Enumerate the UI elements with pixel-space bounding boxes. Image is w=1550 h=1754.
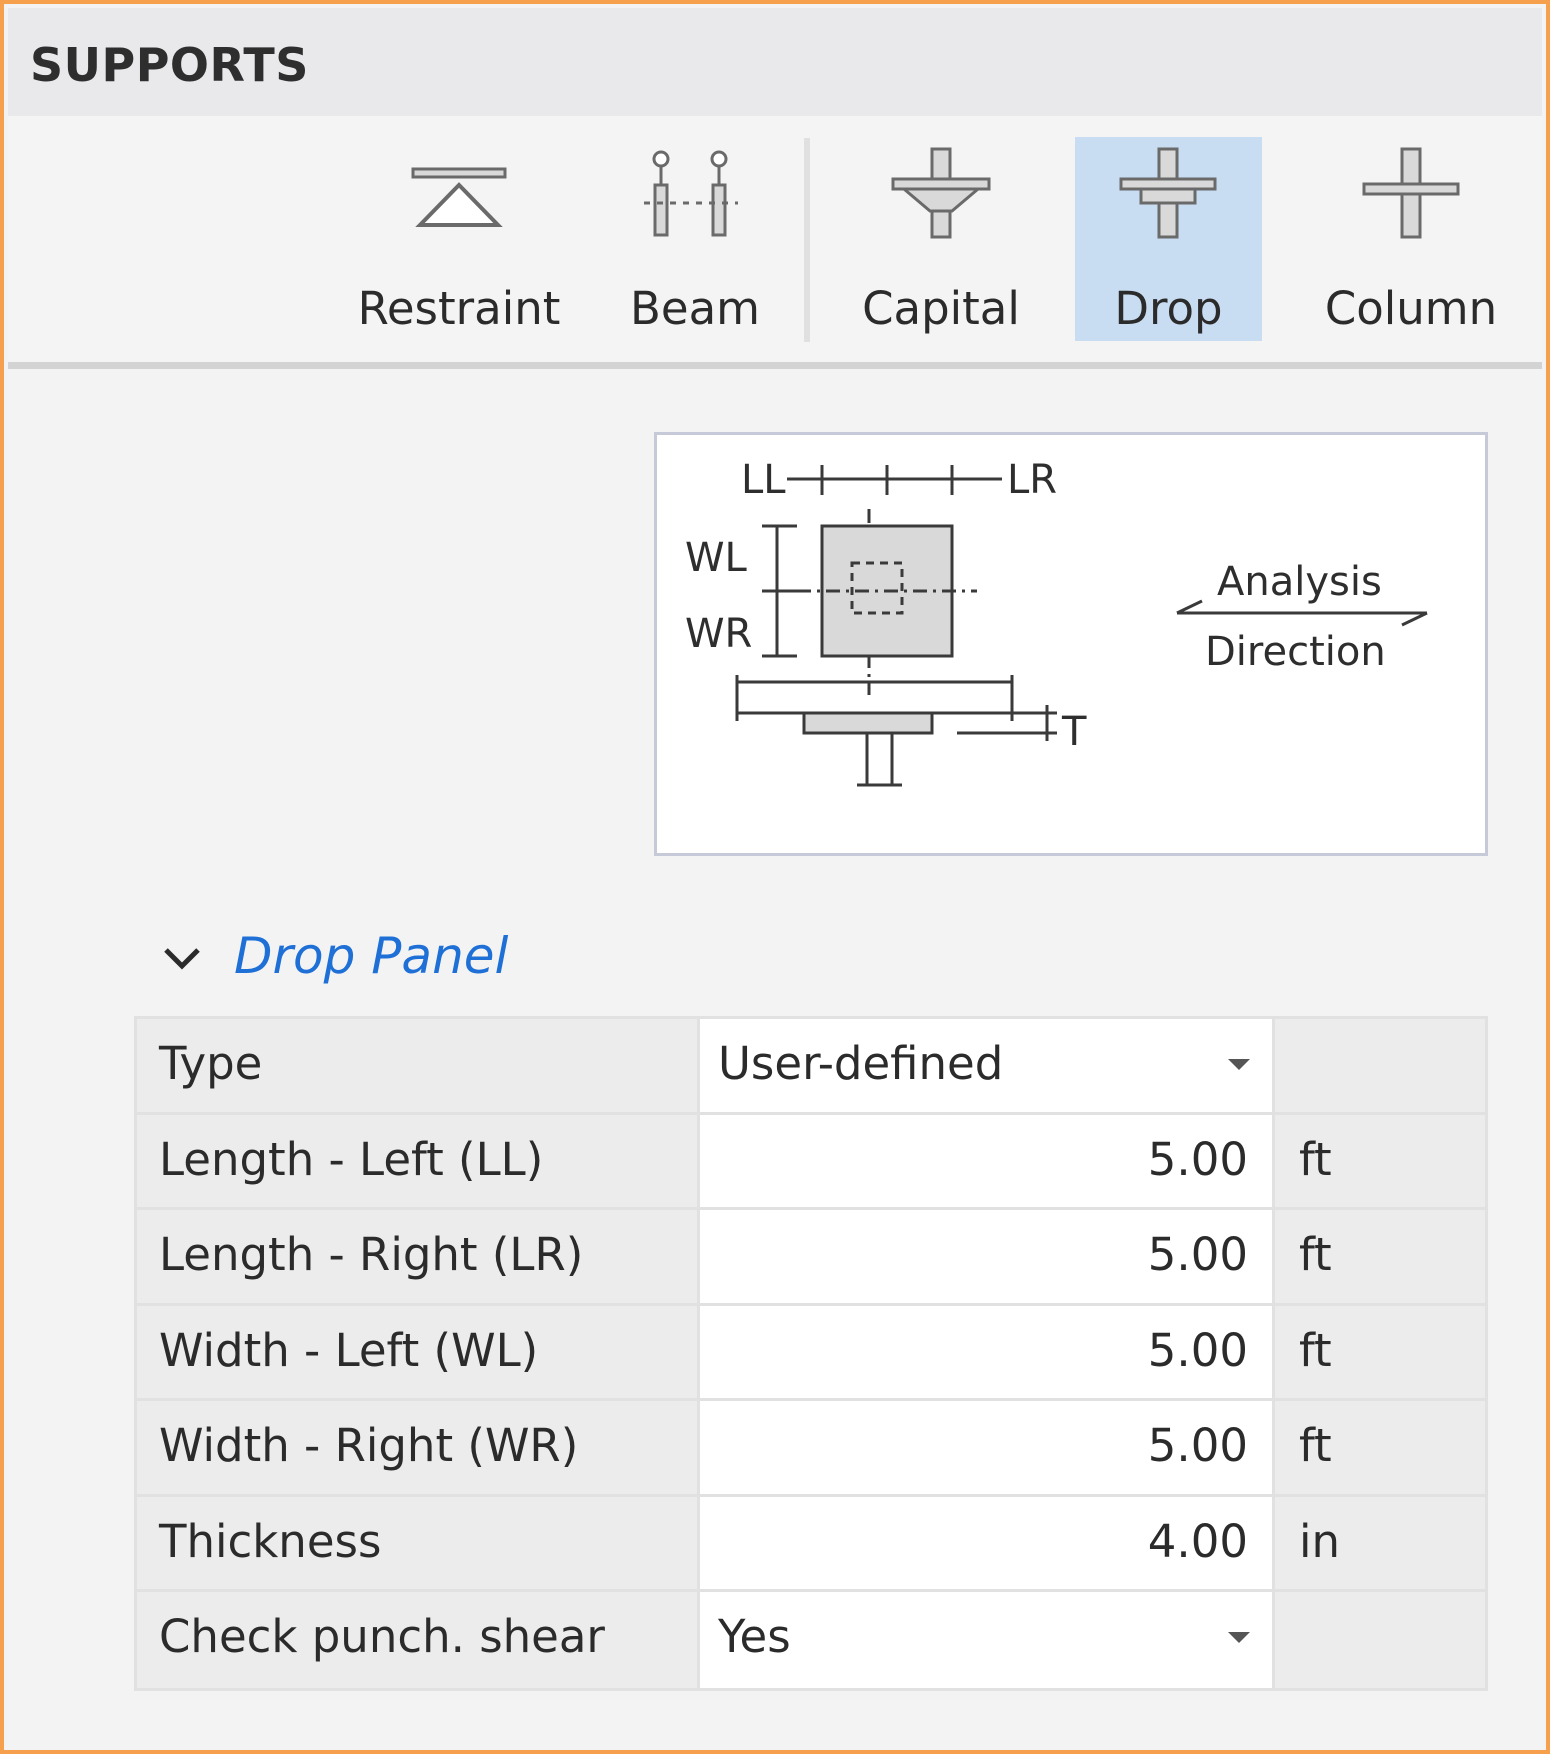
property-label: Thickness: [159, 1514, 382, 1568]
property-row-length-right: Length - Right (LR) 5.00 ft: [137, 1210, 1485, 1306]
type-value: User-defined: [718, 1037, 1004, 1090]
property-label: Width - Left (WL): [159, 1323, 539, 1377]
column-icon: [1362, 147, 1460, 239]
lr-label: LR: [1007, 457, 1057, 503]
length-left-value: 5.00: [1147, 1132, 1248, 1186]
check-punch-shear-value: Yes: [718, 1610, 791, 1663]
thickness-value: 4.00: [1147, 1514, 1248, 1568]
type-dropdown[interactable]: User-defined: [697, 1019, 1275, 1112]
length-left-input[interactable]: 5.00: [697, 1114, 1275, 1207]
drop-panel-diagram: LL LR WL WR T Analysis Direction: [654, 432, 1488, 856]
drop-label: Drop: [1114, 282, 1223, 335]
dropdown-arrow-icon[interactable]: [1228, 1632, 1250, 1643]
column-button[interactable]: Column: [1298, 137, 1524, 341]
property-row-length-left: Length - Left (LL) 5.00 ft: [137, 1114, 1485, 1210]
wr-label: WR: [685, 611, 752, 657]
width-left-input[interactable]: 5.00: [697, 1305, 1275, 1398]
support-type-toolbar: Restraint Beam Capital Drop Column: [8, 116, 1542, 366]
capital-label: Capital: [862, 282, 1020, 335]
drop-button[interactable]: Drop: [1075, 137, 1262, 341]
property-grid: Type User-defined Length - Left (LL) 5.0…: [134, 1016, 1488, 1691]
width-right-value: 5.00: [1147, 1419, 1248, 1472]
property-label: Length - Right (LR): [159, 1228, 584, 1281]
length-right-input[interactable]: 5.00: [697, 1210, 1275, 1303]
section-title: Drop Panel: [234, 927, 509, 985]
panel-title: SUPPORTS: [30, 38, 309, 92]
supports-panel: SUPPORTS Restraint Beam Capital Drop Col…: [0, 0, 1550, 1754]
thickness-input[interactable]: 4.00: [697, 1496, 1275, 1589]
column-label: Column: [1324, 282, 1498, 335]
thickness-label: T: [1061, 709, 1087, 755]
length-right-value: 5.00: [1147, 1228, 1248, 1281]
toolbar-divider: [8, 362, 1542, 369]
property-label: Length - Left (LL): [159, 1132, 544, 1186]
capital-icon: [891, 147, 991, 239]
chevron-down-icon: [164, 948, 200, 970]
direction-label: Direction: [1205, 629, 1386, 675]
width-right-input[interactable]: 5.00: [697, 1401, 1275, 1494]
width-left-value: 5.00: [1147, 1323, 1248, 1377]
beam-button[interactable]: Beam: [582, 137, 808, 341]
unit-label: in: [1299, 1514, 1341, 1568]
dropdown-arrow-icon[interactable]: [1228, 1059, 1250, 1070]
drop-panel-icon: [1119, 147, 1217, 239]
analysis-label: Analysis: [1217, 559, 1382, 605]
property-row-type: Type User-defined: [137, 1019, 1485, 1115]
property-row-width-left: Width - Left (WL) 5.00 ft: [137, 1305, 1485, 1401]
ll-label: LL: [741, 457, 786, 503]
unit-label: ft: [1299, 1419, 1332, 1472]
unit-label: ft: [1299, 1323, 1332, 1377]
check-punch-shear-dropdown[interactable]: Yes: [697, 1592, 1275, 1688]
panel-header: SUPPORTS: [8, 8, 1542, 116]
drop-panel-schematic: LL LR WL WR T Analysis Direction: [685, 457, 1428, 787]
property-row-thickness: Thickness 4.00 in: [137, 1496, 1485, 1592]
beam-support-icon: [644, 150, 738, 237]
unit-label: ft: [1299, 1132, 1332, 1186]
property-label: Width - Right (WR): [159, 1419, 579, 1472]
property-row-check-punch-shear: Check punch. shear Yes: [137, 1592, 1485, 1688]
property-label: Type: [159, 1037, 263, 1090]
unit-label: ft: [1299, 1228, 1332, 1281]
toolbar-separator: [804, 138, 810, 342]
restraint-label: Restraint: [357, 282, 561, 335]
restraint-button[interactable]: Restraint: [346, 137, 572, 341]
wl-label: WL: [685, 535, 748, 581]
property-row-width-right: Width - Right (WR) 5.00 ft: [137, 1401, 1485, 1497]
beam-label: Beam: [630, 282, 760, 335]
property-label: Check punch. shear: [159, 1610, 605, 1663]
capital-button[interactable]: Capital: [838, 137, 1044, 341]
restraint-icon: [411, 167, 507, 227]
